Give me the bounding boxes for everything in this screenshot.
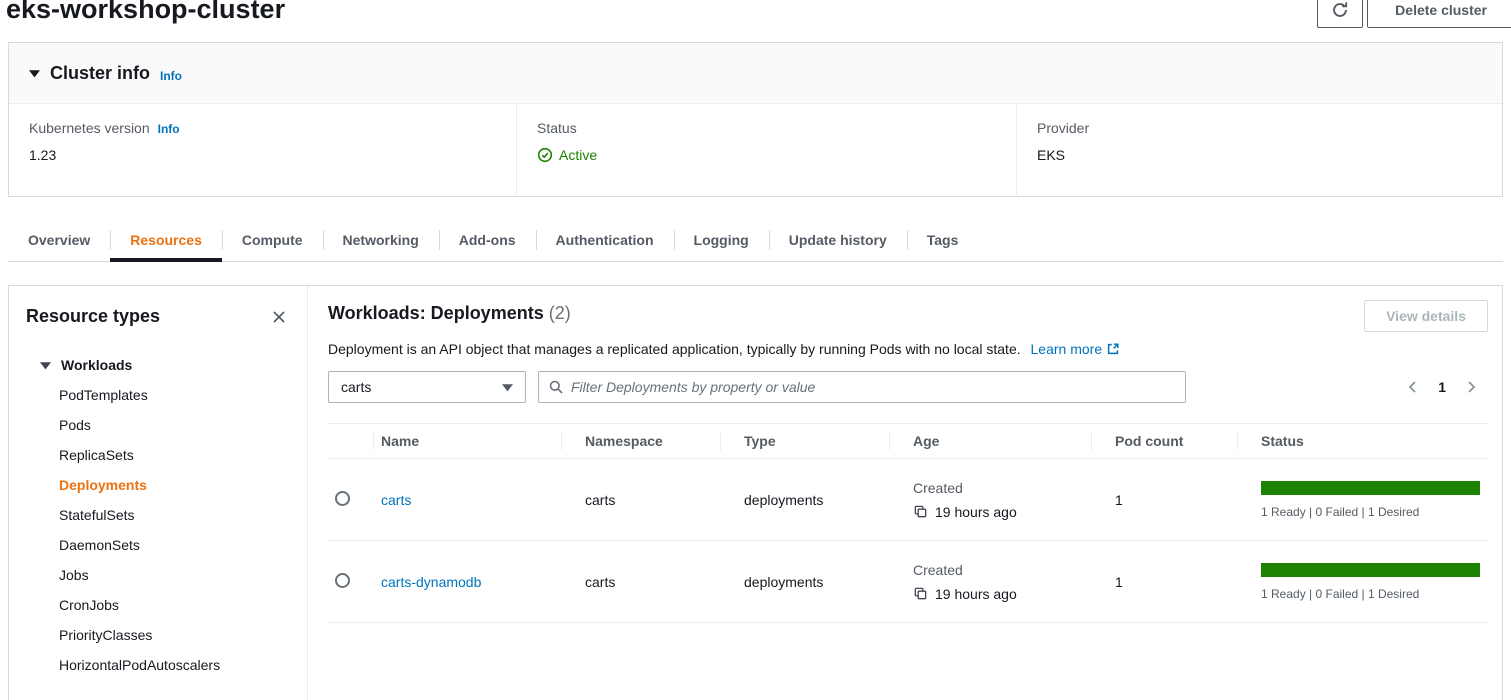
pod-count-cell: 1 [1091, 541, 1237, 623]
search-box [538, 371, 1186, 403]
copy-icon[interactable] [913, 586, 928, 601]
page-number[interactable]: 1 [1438, 379, 1446, 395]
column-header-name: Name [373, 424, 561, 459]
kubernetes-version-label: Kubernetes version [29, 120, 150, 136]
type-cell: deployments [720, 541, 889, 623]
copy-icon[interactable] [913, 504, 928, 519]
status-progress-bar [1261, 563, 1480, 577]
sidebar-item-cronjobs[interactable]: CronJobs [26, 590, 289, 620]
status-cell: 1 Ready | 0 Failed | 1 Desired [1237, 459, 1488, 541]
row-radio-button[interactable] [335, 573, 350, 588]
table-row: carts carts deployments Created [328, 459, 1488, 541]
sidebar-item-replicasets[interactable]: ReplicaSets [26, 440, 289, 470]
learn-more-link[interactable]: Learn more [1031, 341, 1121, 357]
close-icon [271, 309, 287, 325]
kubernetes-version-value: 1.23 [29, 147, 496, 163]
sidebar-item-statefulsets[interactable]: StatefulSets [26, 500, 289, 530]
deployment-name-link[interactable]: carts-dynamodb [381, 574, 481, 590]
tab-add-ons[interactable]: Add-ons [439, 221, 536, 261]
resource-types-title: Resource types [26, 306, 160, 327]
cluster-info-info-link[interactable]: Info [160, 69, 182, 83]
search-input[interactable] [571, 379, 1176, 395]
pod-count-cell: 1 [1091, 459, 1237, 541]
provider-field: Provider EKS [1016, 104, 1502, 197]
cluster-info-body: Kubernetes version Info 1.23 Status Acti… [9, 104, 1502, 197]
cluster-info-title: Cluster info [50, 63, 150, 84]
status-check-icon [537, 147, 553, 163]
filter-row: carts 1 [328, 371, 1488, 403]
status-label: Status [537, 120, 996, 136]
cluster-tabs: Overview Resources Compute Networking Ad… [8, 221, 1503, 262]
table-header-row: Name Namespace Type Age Pod count Status [328, 424, 1488, 459]
workloads-group-label: Workloads [61, 357, 132, 373]
sidebar-item-pods[interactable]: Pods [26, 410, 289, 440]
provider-value: EKS [1037, 147, 1482, 163]
column-header-pod-count: Pod count [1091, 424, 1237, 459]
sidebar-item-priorityclasses[interactable]: PriorityClasses [26, 620, 289, 650]
status-value: Active [559, 147, 597, 163]
tab-networking[interactable]: Networking [323, 221, 439, 261]
status-progress-bar [1261, 481, 1480, 495]
chevron-down-icon [502, 383, 513, 392]
resource-types-list: PodTemplates Pods ReplicaSets Deployment… [26, 380, 289, 680]
deployment-name-link[interactable]: carts [381, 492, 411, 508]
next-page-button[interactable] [1463, 379, 1479, 395]
page-title: eks-workshop-cluster [6, 0, 285, 25]
column-header-age: Age [889, 424, 1091, 459]
view-details-button[interactable]: View details [1364, 300, 1488, 332]
sidebar-item-horizontalpodautoscalers[interactable]: HorizontalPodAutoscalers [26, 650, 289, 680]
close-sidebar-button[interactable] [269, 307, 289, 327]
previous-page-button[interactable] [1405, 379, 1421, 395]
tab-update-history[interactable]: Update history [769, 221, 907, 261]
sidebar-item-podtemplates[interactable]: PodTemplates [26, 380, 289, 410]
deployments-description: Deployment is an API object that manages… [328, 341, 1488, 357]
pagination: 1 [1405, 379, 1488, 395]
status-cell: 1 Ready | 0 Failed | 1 Desired [1237, 541, 1488, 623]
kubernetes-version-info-link[interactable]: Info [158, 122, 180, 136]
workloads-group-toggle[interactable]: Workloads [26, 357, 289, 373]
resources-panel: Resource types Workloads PodTemplates Po… [8, 285, 1503, 700]
deployments-main: Workloads: Deployments(2) View details D… [308, 286, 1502, 700]
age-cell: Created 19 hours ago [889, 459, 1091, 541]
sidebar-item-deployments[interactable]: Deployments [26, 470, 289, 500]
refresh-icon [1331, 1, 1349, 19]
tab-tags[interactable]: Tags [907, 221, 979, 261]
kubernetes-version-field: Kubernetes version Info 1.23 [9, 104, 516, 197]
tab-resources[interactable]: Resources [110, 221, 222, 261]
deployments-count: (2) [549, 303, 571, 323]
column-header-namespace: Namespace [561, 424, 720, 459]
namespace-cell: carts [561, 541, 720, 623]
row-radio-button[interactable] [335, 491, 350, 506]
selection-column-header [328, 424, 373, 459]
collapse-caret-icon[interactable] [29, 69, 40, 78]
column-header-type: Type [720, 424, 889, 459]
external-link-icon [1106, 342, 1120, 356]
deployments-table: Name Namespace Type Age Pod count Status… [328, 423, 1488, 623]
namespace-cell: carts [561, 459, 720, 541]
resource-types-sidebar: Resource types Workloads PodTemplates Po… [9, 286, 308, 700]
status-caption: 1 Ready | 0 Failed | 1 Desired [1261, 587, 1480, 601]
search-icon [548, 379, 564, 395]
table-row: carts-dynamodb carts deployments Created [328, 541, 1488, 623]
refresh-button[interactable] [1317, 0, 1363, 28]
tab-logging[interactable]: Logging [674, 221, 769, 261]
provider-label: Provider [1037, 120, 1482, 136]
sidebar-item-jobs[interactable]: Jobs [26, 560, 289, 590]
chevron-down-icon [40, 361, 51, 370]
namespace-filter-value: carts [341, 379, 371, 395]
status-caption: 1 Ready | 0 Failed | 1 Desired [1261, 505, 1480, 519]
status-field: Status Active [516, 104, 1016, 197]
delete-cluster-button[interactable]: Delete cluster [1367, 0, 1511, 28]
cluster-info-header: Cluster info Info [9, 43, 1502, 104]
tab-authentication[interactable]: Authentication [536, 221, 674, 261]
age-cell: Created 19 hours ago [889, 541, 1091, 623]
tab-compute[interactable]: Compute [222, 221, 323, 261]
type-cell: deployments [720, 459, 889, 541]
cluster-info-panel: Cluster info Info Kubernetes version Inf… [8, 42, 1503, 197]
column-header-status: Status [1237, 424, 1488, 459]
sidebar-item-daemonsets[interactable]: DaemonSets [26, 530, 289, 560]
namespace-filter-dropdown[interactable]: carts [328, 371, 526, 403]
tab-overview[interactable]: Overview [8, 221, 110, 261]
deployments-title: Workloads: Deployments(2) [328, 303, 571, 324]
